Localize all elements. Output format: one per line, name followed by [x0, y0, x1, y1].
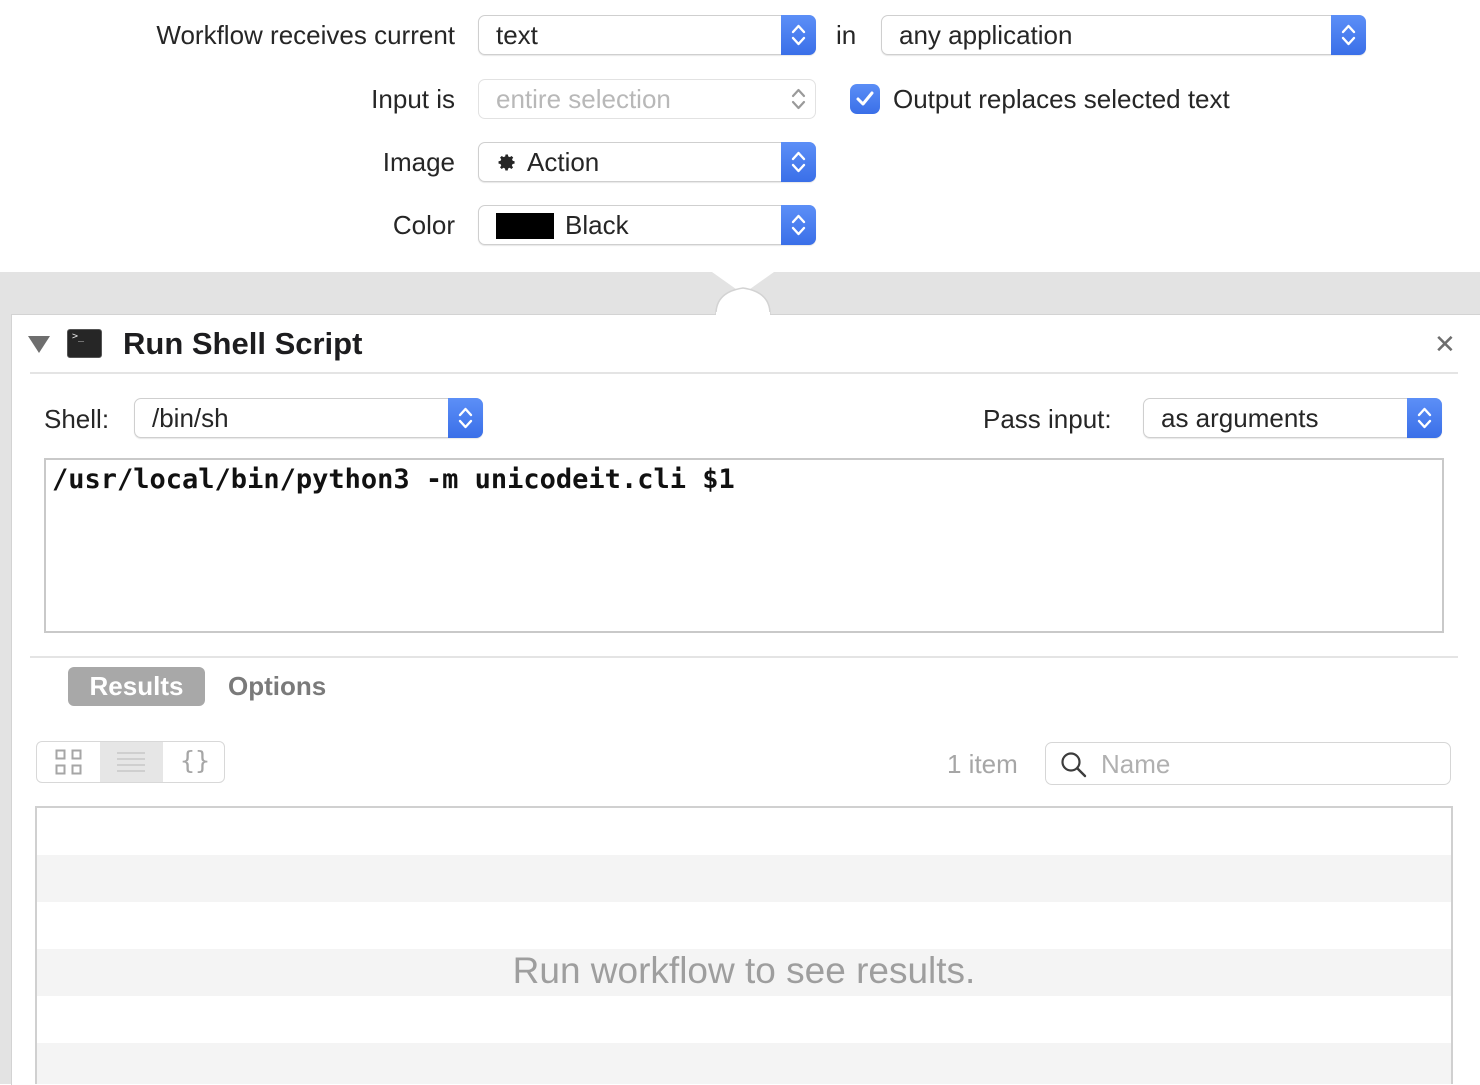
popup-stepper-icon [781, 142, 816, 182]
workflow-settings: Workflow receives current text in any ap… [0, 0, 1480, 272]
popup-stepper-icon [781, 15, 816, 55]
list-view-button[interactable] [100, 742, 163, 782]
color-swatch [496, 213, 554, 239]
in-label: in [836, 20, 857, 50]
input-label: Input is [371, 84, 455, 114]
script-text: /usr/local/bin/python3 -m unicodeit.cli … [52, 464, 735, 495]
popup-stepper-icon [1331, 15, 1366, 55]
output-replaces-checkbox[interactable] [850, 84, 880, 114]
action-title: Run Shell Script [123, 326, 363, 361]
divider [30, 372, 1458, 374]
input-popup[interactable]: entire selection [478, 79, 816, 119]
item-count: 1 item [947, 749, 1018, 779]
popup-stepper-icon [781, 205, 816, 245]
image-label: Image [382, 147, 455, 177]
pass-input-label: Pass input: [983, 404, 1112, 434]
shell-value: /bin/sh [152, 403, 229, 433]
pass-input-popup[interactable]: as arguments [1143, 398, 1442, 438]
results-table: Run workflow to see results. [35, 806, 1453, 1084]
popup-stepper-icon [1407, 398, 1442, 438]
receives-popup[interactable]: text [478, 15, 816, 55]
script-editor[interactable]: /usr/local/bin/python3 -m unicodeit.cli … [44, 458, 1444, 633]
grid-view-button[interactable] [37, 742, 100, 782]
receives-value: text [496, 20, 538, 50]
json-view-icon: {} [180, 746, 211, 775]
color-value: Black [565, 210, 629, 240]
terminal-icon: >_ [67, 329, 102, 358]
shell-label: Shell: [44, 404, 110, 434]
pass-input-value: as arguments [1161, 403, 1319, 433]
search-input[interactable] [1099, 745, 1443, 783]
json-view-button[interactable]: {} [163, 742, 224, 782]
results-row [37, 855, 1451, 902]
application-popup[interactable]: any application [881, 15, 1366, 55]
view-mode-control: {} [36, 741, 225, 783]
image-value: Action [527, 147, 600, 177]
popup-stepper-icon [448, 398, 483, 438]
shell-popup[interactable]: /bin/sh [134, 398, 483, 438]
search-field[interactable] [1045, 742, 1451, 785]
image-popup[interactable]: Action [478, 142, 816, 182]
empty-results-message: Run workflow to see results. [512, 950, 976, 991]
application-value: any application [899, 20, 1073, 50]
color-popup[interactable]: Black [478, 205, 816, 245]
results-row [37, 1043, 1451, 1084]
grid-view-icon [55, 749, 82, 775]
receives-label: Workflow receives current [156, 20, 455, 50]
divider [30, 656, 1458, 658]
gear-icon [498, 154, 515, 171]
action-connector-icon [712, 272, 774, 316]
checkmark-icon [856, 91, 874, 106]
list-view-icon [117, 752, 145, 772]
disclosure-triangle-icon[interactable] [27, 334, 51, 354]
color-label: Color [392, 210, 455, 240]
close-icon[interactable]: ✕ [1434, 331, 1456, 357]
tab-results[interactable]: Results [68, 667, 205, 706]
output-replaces-label: Output replaces selected text [893, 84, 1230, 114]
search-icon [1061, 752, 1087, 778]
tab-options[interactable]: Options [228, 667, 326, 706]
popup-stepper-icon [781, 79, 816, 119]
input-value: entire selection [496, 84, 671, 114]
